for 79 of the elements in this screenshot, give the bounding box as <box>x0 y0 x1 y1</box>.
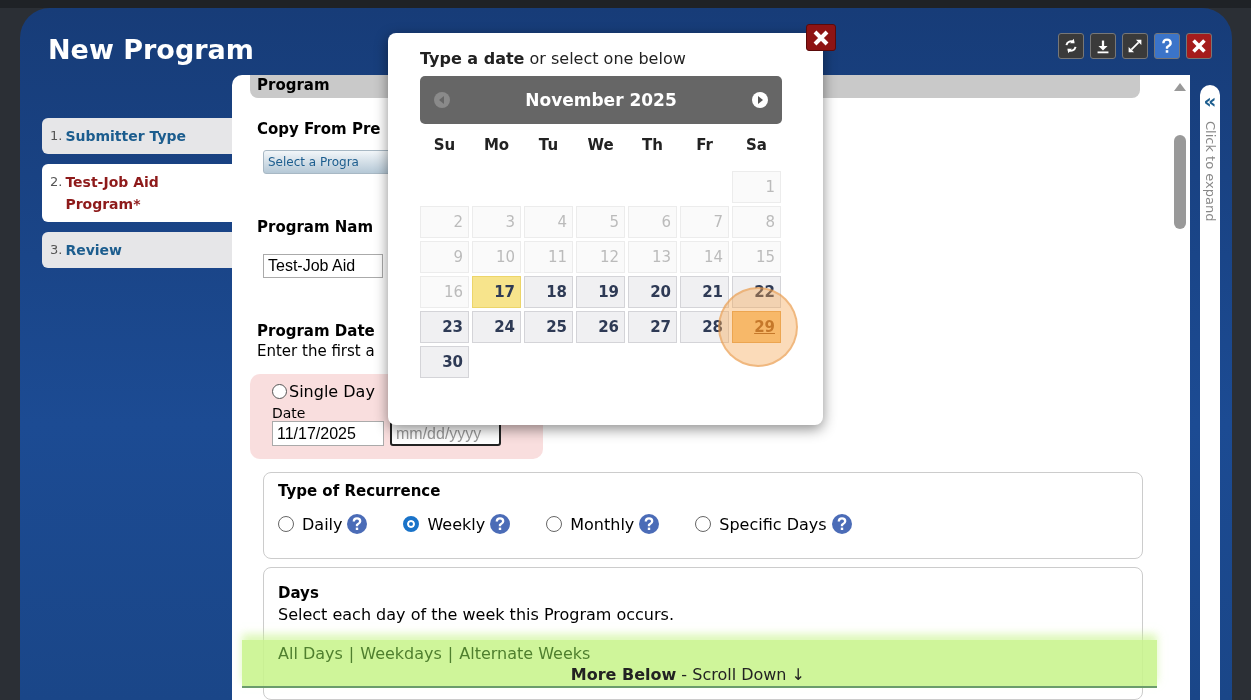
calendar-day[interactable]: 17 <box>472 276 521 308</box>
calendar-day: 10 <box>472 241 521 273</box>
calendar-day: 7 <box>680 206 729 238</box>
calendar-day: 4 <box>524 206 573 238</box>
field-label: Program Date <box>256 322 375 341</box>
scroll-hint-text: More Below - Scroll Down ↓ <box>570 665 805 684</box>
help-icon[interactable] <box>639 514 660 535</box>
hint-text: Enter the first a <box>256 342 375 361</box>
calendar-day[interactable]: 27 <box>628 311 677 343</box>
program-name-field[interactable]: Test-Job Aid <box>263 254 383 279</box>
collapse-arrow-icon: « <box>1203 91 1217 111</box>
date-picker-prompt: Type a date or select one below <box>420 49 687 68</box>
calendar-day: 1 <box>732 171 781 203</box>
select-program-button[interactable]: Select a Progra <box>263 150 391 175</box>
calendar-day: 6 <box>628 206 677 238</box>
calendar-day: 16 <box>420 276 469 308</box>
start-date-field[interactable]: 11/17/2025 <box>272 421 384 447</box>
field-label: Copy From Pre <box>256 120 381 139</box>
weekday-label: Fr <box>695 136 714 156</box>
calendar-day[interactable]: 19 <box>576 276 625 308</box>
calendar-day[interactable]: 23 <box>420 311 469 343</box>
card-title: Days <box>278 583 320 602</box>
calendar-day[interactable]: 26 <box>576 311 625 343</box>
calendar-day: 15 <box>732 241 781 273</box>
calendar-day: 8 <box>732 206 781 238</box>
calendar-day[interactable]: 20 <box>628 276 677 308</box>
next-month-icon[interactable] <box>752 92 768 108</box>
recurrence-radio[interactable]: Monthly <box>546 514 635 534</box>
calendar-day[interactable]: 25 <box>524 311 573 343</box>
expand-label: Click to expand <box>1202 121 1218 222</box>
weekday-label: Th <box>641 136 664 156</box>
calendar-day: 12 <box>576 241 625 273</box>
wizard-step-tab[interactable]: 3. Review <box>42 232 232 268</box>
scroll-up-icon[interactable] <box>1174 83 1186 91</box>
weekday-label: Tu <box>537 136 560 156</box>
close-button[interactable] <box>806 24 836 51</box>
scrollbar-thumb[interactable] <box>1174 135 1186 229</box>
calendar-day: 9 <box>420 241 469 273</box>
calendar-day[interactable]: 18 <box>524 276 573 308</box>
calendar-day: 5 <box>576 206 625 238</box>
calendar-day: 11 <box>524 241 573 273</box>
field-label: Program Nam <box>256 218 374 237</box>
calendar-day[interactable]: 30 <box>420 346 469 378</box>
calendar-day: 14 <box>680 241 729 273</box>
help-icon[interactable] <box>831 514 852 535</box>
recurrence-radio[interactable]: Specific Days <box>695 514 827 534</box>
recurrence-radio[interactable]: Weekly <box>403 514 486 534</box>
recurrence-radio[interactable]: Daily <box>278 514 343 534</box>
wizard-step-tab[interactable]: 1. Submitter Type <box>42 118 232 154</box>
refresh-button[interactable] <box>1058 33 1084 59</box>
weekday-label: Mo <box>482 136 511 156</box>
calendar-day[interactable]: 22 <box>732 276 781 308</box>
weekday-label: Sa <box>745 136 768 156</box>
link-separator: | <box>447 643 454 663</box>
calendar-day: 2 <box>420 206 469 238</box>
calendar-day: 3 <box>472 206 521 238</box>
quick-select-link[interactable]: All Days <box>278 643 343 663</box>
calendar-day: 13 <box>628 241 677 273</box>
single-day-radio[interactable]: Single Day <box>272 382 375 402</box>
help-icon[interactable] <box>490 514 511 535</box>
help-button[interactable] <box>1154 33 1180 59</box>
link-separator: | <box>348 643 355 663</box>
quick-select-link[interactable]: Weekdays <box>360 643 442 663</box>
field-label: Date <box>272 405 306 422</box>
close-button[interactable] <box>1186 33 1212 59</box>
expand-panel[interactable]: « Click to expand <box>1200 85 1220 700</box>
download-button[interactable] <box>1090 33 1116 59</box>
card-title: Type of Recurrence <box>278 482 442 501</box>
calendar-day[interactable]: 24 <box>472 311 521 343</box>
weekday-label: We <box>586 136 615 156</box>
wizard-step-tab[interactable]: 2. Test-Job Aid Program* <box>42 164 232 222</box>
calendar-day[interactable]: 21 <box>680 276 729 308</box>
hint-text: Select each day of the week this Program occurs. <box>278 604 675 624</box>
quick-select-link[interactable]: Alternate Weeks <box>459 643 591 663</box>
help-icon[interactable] <box>347 514 368 535</box>
close-icon <box>813 29 829 46</box>
resize-button[interactable] <box>1122 33 1148 59</box>
weekday-label: Su <box>432 136 457 156</box>
window-title: New Program <box>48 33 254 67</box>
